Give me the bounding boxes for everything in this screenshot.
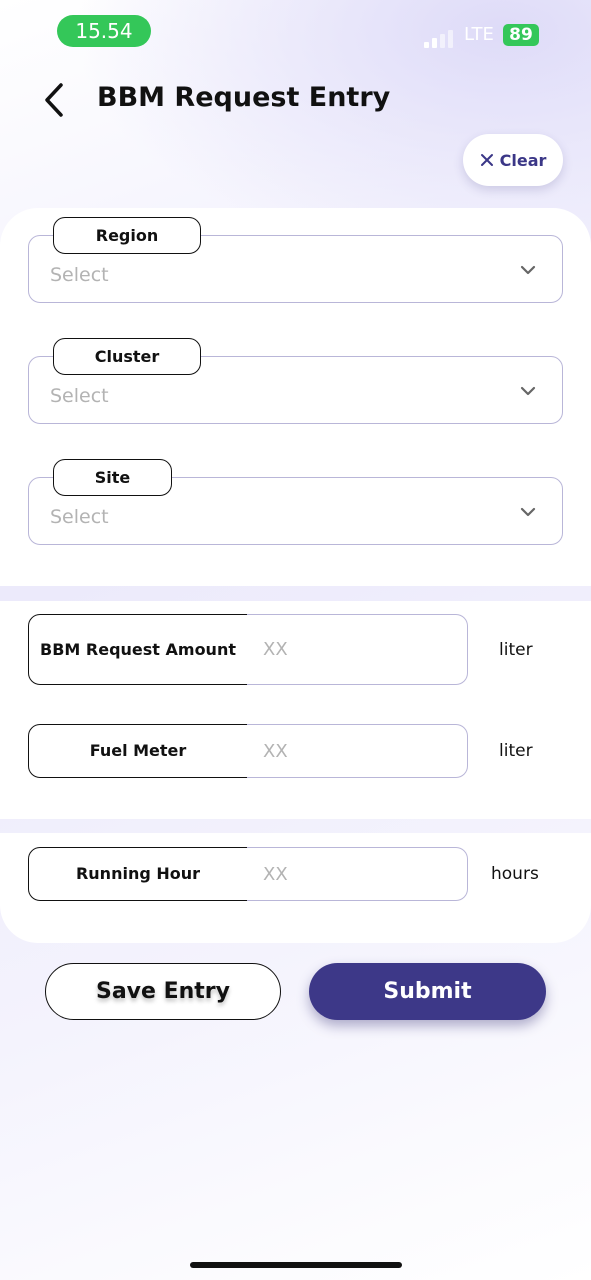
- site-placeholder: Select: [50, 506, 109, 528]
- signal-icon: [424, 30, 453, 48]
- site-label: Site: [53, 459, 172, 496]
- page-title: BBM Request Entry: [97, 82, 391, 113]
- home-indicator[interactable]: [190, 1262, 402, 1268]
- region-label: Region: [53, 217, 201, 254]
- fuel-meter-input[interactable]: XX: [247, 724, 468, 778]
- bbm-amount-unit: liter: [499, 640, 533, 660]
- running-hour-unit: hours: [491, 864, 539, 884]
- fuel-meter-unit: liter: [499, 741, 533, 761]
- chevron-down-icon: [518, 260, 538, 280]
- battery-level: 89: [503, 24, 539, 46]
- network-type: LTE: [464, 24, 494, 45]
- running-hour-label: Running Hour: [28, 847, 248, 901]
- chevron-down-icon: [518, 502, 538, 522]
- region-placeholder: Select: [50, 264, 109, 286]
- save-entry-button[interactable]: Save Entry: [45, 963, 281, 1020]
- chevron-down-icon: [518, 381, 538, 401]
- running-hour-input[interactable]: XX: [247, 847, 468, 901]
- clear-button[interactable]: Clear: [463, 134, 563, 186]
- back-button[interactable]: [36, 80, 72, 120]
- chevron-left-icon: [45, 83, 63, 117]
- cluster-label: Cluster: [53, 338, 201, 375]
- fuel-meter-label: Fuel Meter: [28, 724, 248, 778]
- status-time: 15.54: [57, 15, 151, 47]
- submit-button[interactable]: Submit: [309, 963, 546, 1020]
- bbm-amount-input[interactable]: XX: [247, 614, 468, 685]
- close-icon: [480, 154, 493, 166]
- clear-label: Clear: [499, 150, 547, 170]
- bbm-amount-label: BBM Request Amount: [28, 614, 248, 685]
- cluster-placeholder: Select: [50, 385, 109, 407]
